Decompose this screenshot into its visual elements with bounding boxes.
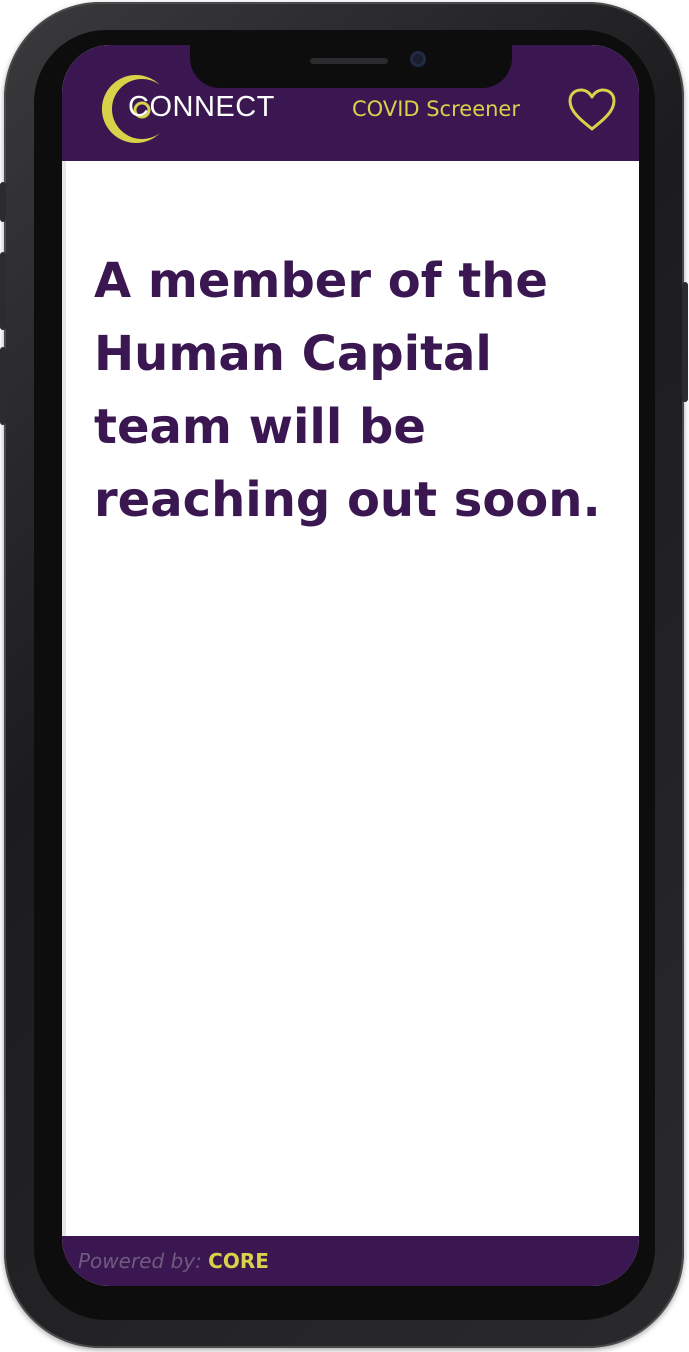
powered-by-brand: CORE — [208, 1249, 269, 1273]
powered-by-label: Powered by: — [78, 1249, 202, 1273]
confirmation-message: A member of the Human Capital team will … — [94, 253, 601, 528]
powered-by: Powered by: CORE — [78, 1249, 269, 1273]
volume-up-button — [0, 252, 6, 330]
speaker-grille — [310, 58, 388, 64]
main-content: A member of the Human Capital team will … — [62, 161, 639, 1236]
phone-screen: CONNECT COVID Screener A member of the H… — [62, 45, 639, 1286]
app-header: CONNECT COVID Screener — [62, 45, 639, 161]
page-title: COVID Screener — [352, 97, 520, 121]
favorite-button[interactable] — [567, 87, 617, 133]
volume-down-button — [0, 347, 6, 425]
app-footer: Powered by: CORE — [62, 1236, 639, 1286]
front-camera — [410, 51, 426, 67]
content-edge — [62, 161, 66, 1236]
mute-switch — [0, 182, 6, 222]
power-button — [682, 282, 688, 402]
heart-icon — [568, 88, 616, 131]
logo-text: CONNECT — [128, 91, 275, 123]
phone-notch — [190, 45, 512, 88]
